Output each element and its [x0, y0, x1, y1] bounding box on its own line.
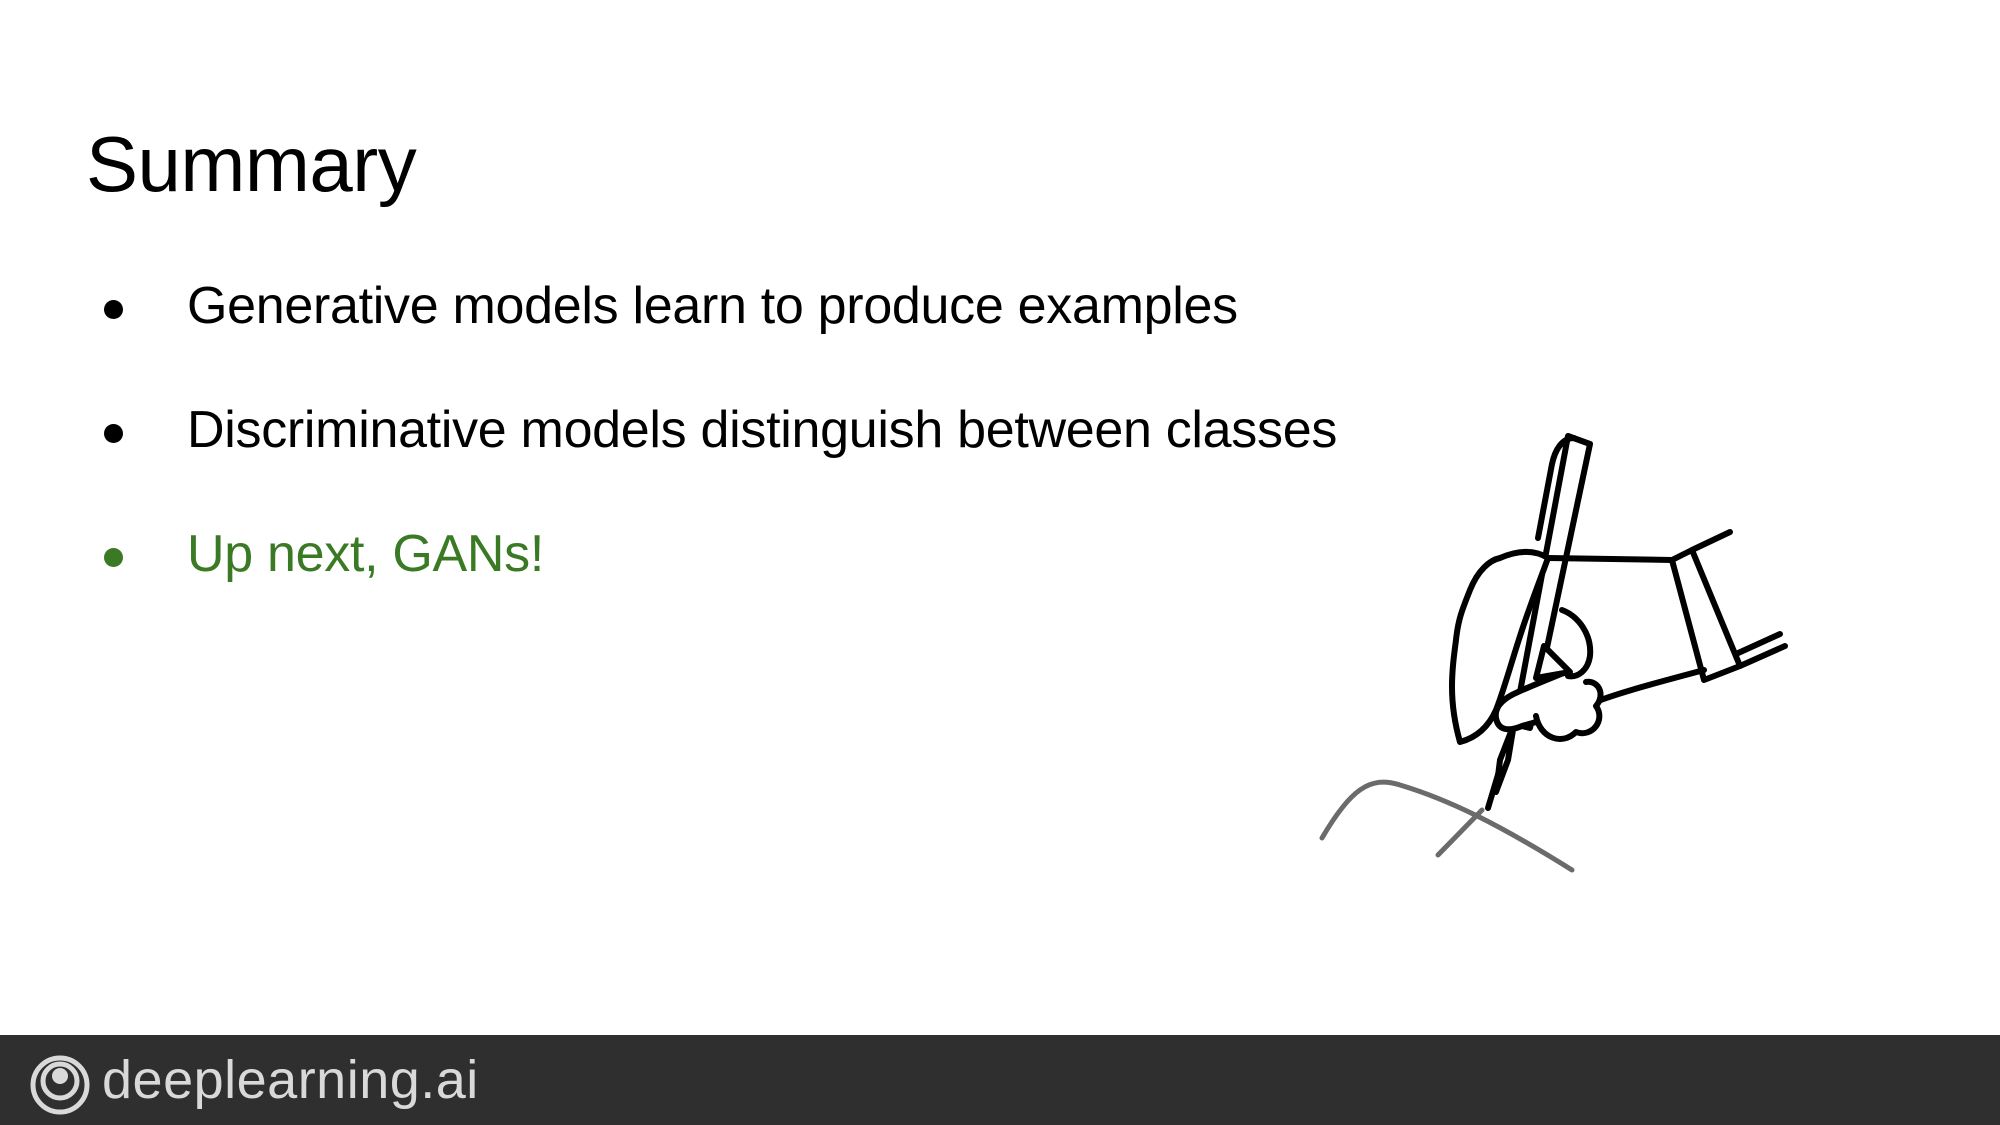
hand-writing-with-pen-icon — [1319, 433, 1788, 873]
bullet-dot — [104, 548, 123, 567]
footer-bar: deeplearning.ai — [0, 1035, 2000, 1125]
bullet-text: Generative models learn to produce examp… — [187, 277, 1238, 335]
bullet-text: Up next, GANs! — [187, 525, 545, 583]
slide: Summary Generative models learn to produ… — [0, 0, 2000, 1035]
bullet-dot — [104, 300, 123, 319]
deeplearning-logo-icon — [30, 1055, 90, 1115]
bullet-list: Generative models learn to produce examp… — [104, 268, 1337, 640]
bullet-text: Discriminative models distinguish betwee… — [187, 401, 1338, 459]
bullet-item: Generative models learn to produce examp… — [104, 268, 1337, 392]
brand-text: deeplearning.ai — [102, 1050, 479, 1110]
slide-title: Summary — [86, 120, 417, 208]
bullet-item: Up next, GANs! — [104, 516, 1337, 640]
bullet-item: Discriminative models distinguish betwee… — [104, 392, 1337, 516]
bullet-dot — [104, 424, 123, 443]
